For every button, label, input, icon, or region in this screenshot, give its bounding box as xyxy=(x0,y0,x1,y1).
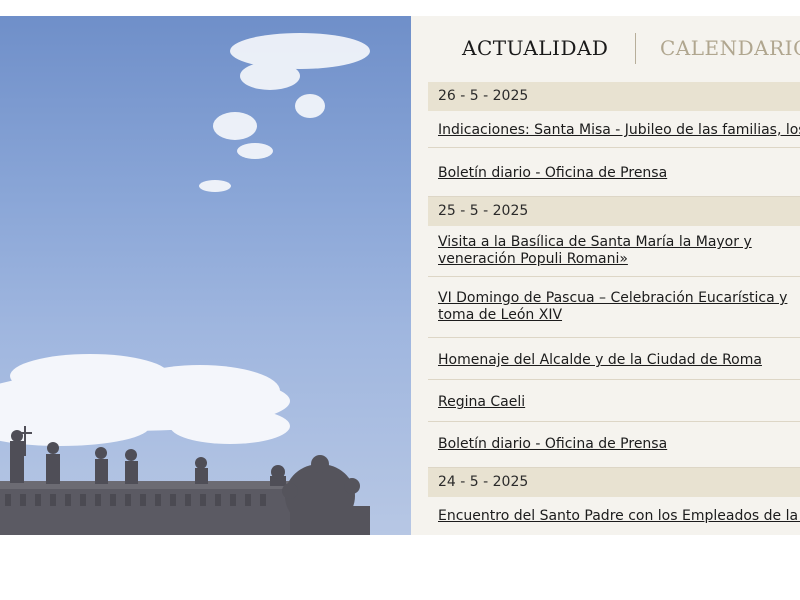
news-panel: ACTUALIDAD CALENDARIO 26 - 5 - 2025 Indi… xyxy=(411,16,800,535)
date-header: 24 - 5 - 2025 xyxy=(428,468,800,497)
date-header: 26 - 5 - 2025 xyxy=(428,82,800,111)
list-item: Regina Caeli xyxy=(428,380,800,422)
tab-calendario[interactable]: CALENDARIO xyxy=(660,36,800,60)
news-link[interactable]: Regina Caeli xyxy=(438,394,525,410)
news-link[interactable]: Encuentro del Santo Padre con los Emplea… xyxy=(438,508,800,524)
news-link[interactable]: Boletín diario - Oficina de Prensa xyxy=(438,436,667,452)
list-item: Indicaciones: Santa Misa - Jubileo de la… xyxy=(428,111,800,148)
list-item: Visita a la Basílica de Santa María la M… xyxy=(428,226,800,277)
tab-actualidad[interactable]: ACTUALIDAD xyxy=(462,36,608,60)
list-item: Boletín diario - Oficina de Prensa xyxy=(428,422,800,468)
news-link[interactable]: VI Domingo de Pascua – Celebración Eucar… xyxy=(438,290,800,324)
news-link[interactable]: Homenaje del Alcalde y de la Ciudad de R… xyxy=(438,352,762,368)
tab-divider xyxy=(635,33,636,64)
hero-image xyxy=(0,16,411,535)
list-item: Encuentro del Santo Padre con los Emplea… xyxy=(428,497,800,535)
news-link[interactable]: Boletín diario - Oficina de Prensa xyxy=(438,165,667,181)
date-header: 25 - 5 - 2025 xyxy=(428,197,800,226)
tab-bar: ACTUALIDAD CALENDARIO xyxy=(411,16,800,82)
news-link[interactable]: Indicaciones: Santa Misa - Jubileo de la… xyxy=(438,122,800,138)
news-feed: 26 - 5 - 2025 Indicaciones: Santa Misa -… xyxy=(428,82,800,535)
list-item: VI Domingo de Pascua – Celebración Eucar… xyxy=(428,277,800,338)
hero-illustration xyxy=(0,33,370,535)
news-link[interactable]: Visita a la Basílica de Santa María la M… xyxy=(438,234,800,268)
list-item: Boletín diario - Oficina de Prensa xyxy=(428,148,800,197)
list-item: Homenaje del Alcalde y de la Ciudad de R… xyxy=(428,338,800,380)
